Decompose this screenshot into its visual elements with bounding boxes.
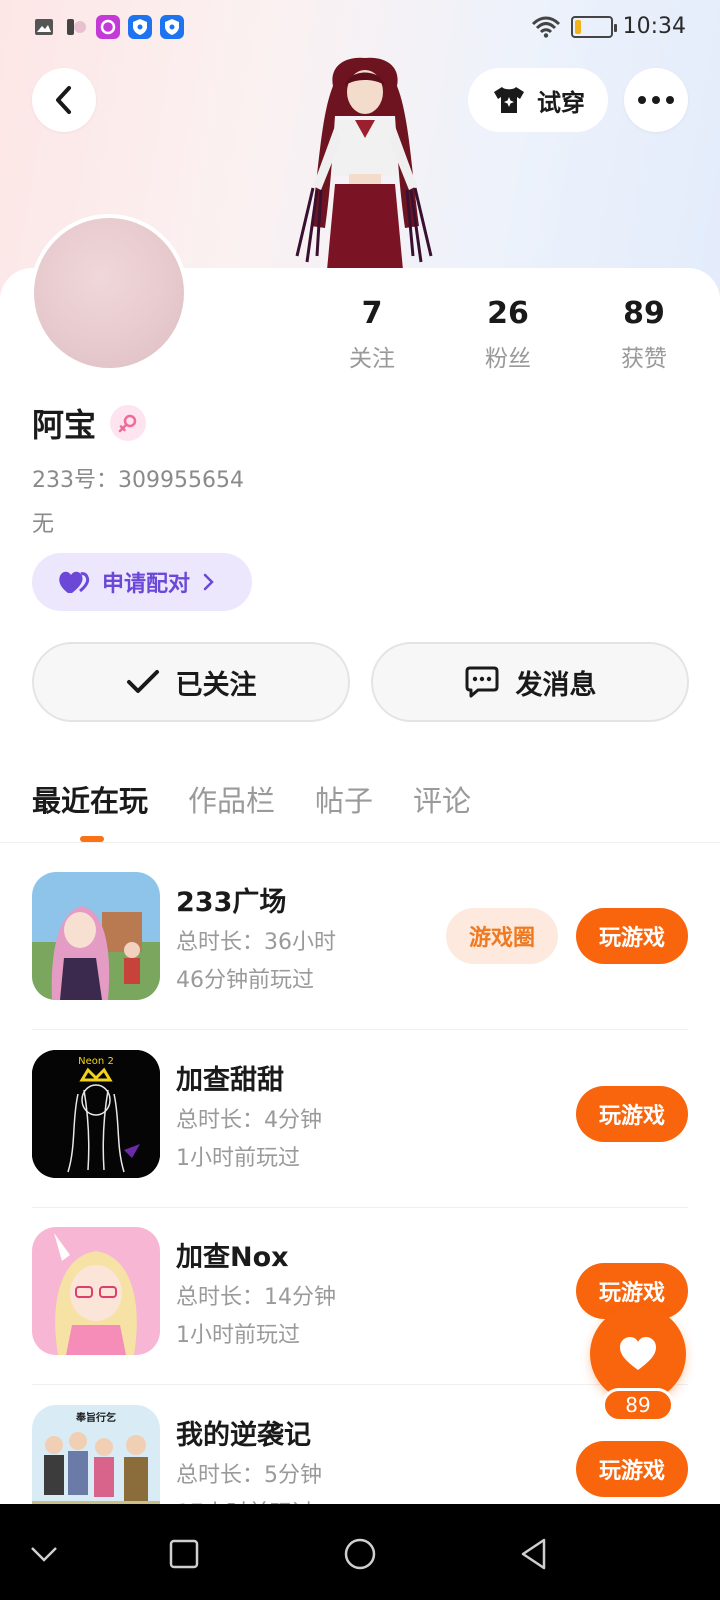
nav-home-button[interactable] bbox=[340, 1534, 380, 1574]
neon-text: Neon 2 bbox=[78, 1056, 114, 1067]
send-message-button[interactable]: 发消息 bbox=[371, 642, 689, 722]
chevron-down-icon bbox=[31, 1547, 57, 1562]
user-bio: 无 bbox=[32, 512, 55, 537]
game-list-item[interactable]: 233广场 总时长：36小时 46分钟前玩过 游戏圈 玩游戏 bbox=[0, 852, 720, 1030]
stat-following[interactable]: 7 关注 bbox=[312, 296, 432, 373]
tshirt-icon bbox=[494, 87, 524, 113]
stat-likes-value: 89 bbox=[623, 296, 665, 331]
tab-works[interactable]: 作品栏 bbox=[188, 778, 275, 820]
stat-following-label: 关注 bbox=[349, 346, 395, 372]
name-row: 阿宝 bbox=[32, 400, 147, 446]
stat-following-value: 7 bbox=[361, 296, 383, 331]
wifi-icon bbox=[531, 16, 560, 38]
stat-fans-value: 26 bbox=[487, 296, 529, 331]
gallery-icon bbox=[32, 15, 56, 39]
system-navigation-bar bbox=[0, 1504, 720, 1600]
followed-button[interactable]: 已关注 bbox=[32, 642, 350, 722]
back-button[interactable] bbox=[32, 68, 96, 132]
apply-pair-button[interactable]: 申请配对 bbox=[32, 553, 252, 611]
tab-recently-played[interactable]: 最近在玩 bbox=[32, 778, 148, 820]
followed-label: 已关注 bbox=[175, 669, 257, 701]
checkmark-icon bbox=[126, 670, 159, 693]
system-status: 10:34 bbox=[531, 14, 686, 39]
game-title: 加查甜甜 bbox=[176, 1065, 284, 1096]
notification-icons bbox=[32, 15, 184, 39]
game-list-item[interactable]: Neon 2 加查甜甜 总时长：4分钟 1小时前玩过 玩游戏 bbox=[0, 1030, 720, 1208]
app-notification-icon bbox=[64, 15, 88, 39]
triangle-back-icon bbox=[521, 1538, 546, 1570]
shield-app-icon bbox=[128, 15, 152, 39]
shield-app-icon-2 bbox=[160, 15, 184, 39]
more-button[interactable] bbox=[624, 68, 688, 132]
game-circle-button[interactable]: 游戏圈 bbox=[446, 908, 558, 964]
tabs-divider bbox=[0, 842, 720, 843]
chevron-left-icon bbox=[56, 86, 71, 114]
game-duration: 总时长：5分钟 bbox=[176, 1463, 322, 1488]
tab-posts[interactable]: 帖子 bbox=[315, 778, 373, 820]
like-count-badge: 89 bbox=[602, 1388, 674, 1422]
nav-collapse-button[interactable] bbox=[24, 1534, 64, 1574]
stat-fans[interactable]: 26 粉丝 bbox=[448, 296, 568, 373]
avatar-character-figure[interactable] bbox=[285, 56, 445, 270]
avatar[interactable] bbox=[30, 214, 188, 372]
game-title: 加查Nox bbox=[176, 1242, 289, 1273]
game-last-played: 1小时前玩过 bbox=[176, 1323, 300, 1348]
game-last-played: 1小时前玩过 bbox=[176, 1146, 300, 1171]
game-duration: 总时长：14分钟 bbox=[176, 1285, 336, 1310]
play-game-button[interactable]: 玩游戏 bbox=[576, 908, 688, 964]
apply-pair-label: 申请配对 bbox=[102, 572, 191, 597]
game-thumbnail-gacha-sweet[interactable]: Neon 2 bbox=[32, 1050, 160, 1178]
nav-recents-button[interactable] bbox=[164, 1534, 204, 1574]
nav-back-button[interactable] bbox=[514, 1534, 554, 1574]
square-icon bbox=[169, 1539, 199, 1569]
game-duration: 总时长：4分钟 bbox=[176, 1108, 322, 1133]
game-last-played: 46分钟前玩过 bbox=[176, 968, 314, 993]
user-id: 233号：309955654 bbox=[32, 468, 244, 493]
female-gender-icon bbox=[110, 405, 147, 441]
status-bar: 10:34 bbox=[0, 0, 720, 58]
chat-bubble-icon bbox=[465, 666, 498, 698]
game-title: 233广场 bbox=[176, 887, 287, 918]
play-game-button[interactable]: 玩游戏 bbox=[576, 1441, 688, 1497]
clock: 10:34 bbox=[622, 14, 686, 39]
profile-tabs: 最近在玩 作品栏 帖子 评论 bbox=[32, 778, 471, 820]
play-game-button[interactable]: 玩游戏 bbox=[576, 1086, 688, 1142]
game-thumbnail-gacha-nox[interactable] bbox=[32, 1227, 160, 1355]
stat-likes[interactable]: 89 获赞 bbox=[584, 296, 704, 373]
heart-icon bbox=[620, 1337, 656, 1370]
stat-fans-label: 粉丝 bbox=[485, 346, 531, 372]
try-on-label: 试穿 bbox=[537, 88, 585, 117]
chevron-right-icon bbox=[203, 573, 214, 591]
tab-comments[interactable]: 评论 bbox=[413, 778, 471, 820]
game-title: 我的逆袭记 bbox=[176, 1420, 311, 1451]
game-thumbnail-233-plaza[interactable] bbox=[32, 872, 160, 1000]
try-on-button[interactable]: 试穿 bbox=[468, 68, 608, 132]
send-message-label: 发消息 bbox=[515, 669, 597, 701]
double-heart-icon bbox=[59, 571, 90, 593]
live-app-icon bbox=[96, 15, 120, 39]
game-duration: 总时长：36小时 bbox=[176, 930, 336, 955]
game4-text: 奉旨行乞 bbox=[75, 1411, 116, 1424]
more-dots-icon bbox=[638, 96, 674, 104]
user-name: 阿宝 bbox=[32, 406, 97, 444]
circle-icon bbox=[344, 1538, 376, 1570]
stat-likes-label: 获赞 bbox=[621, 346, 667, 372]
battery-icon bbox=[570, 15, 617, 38]
